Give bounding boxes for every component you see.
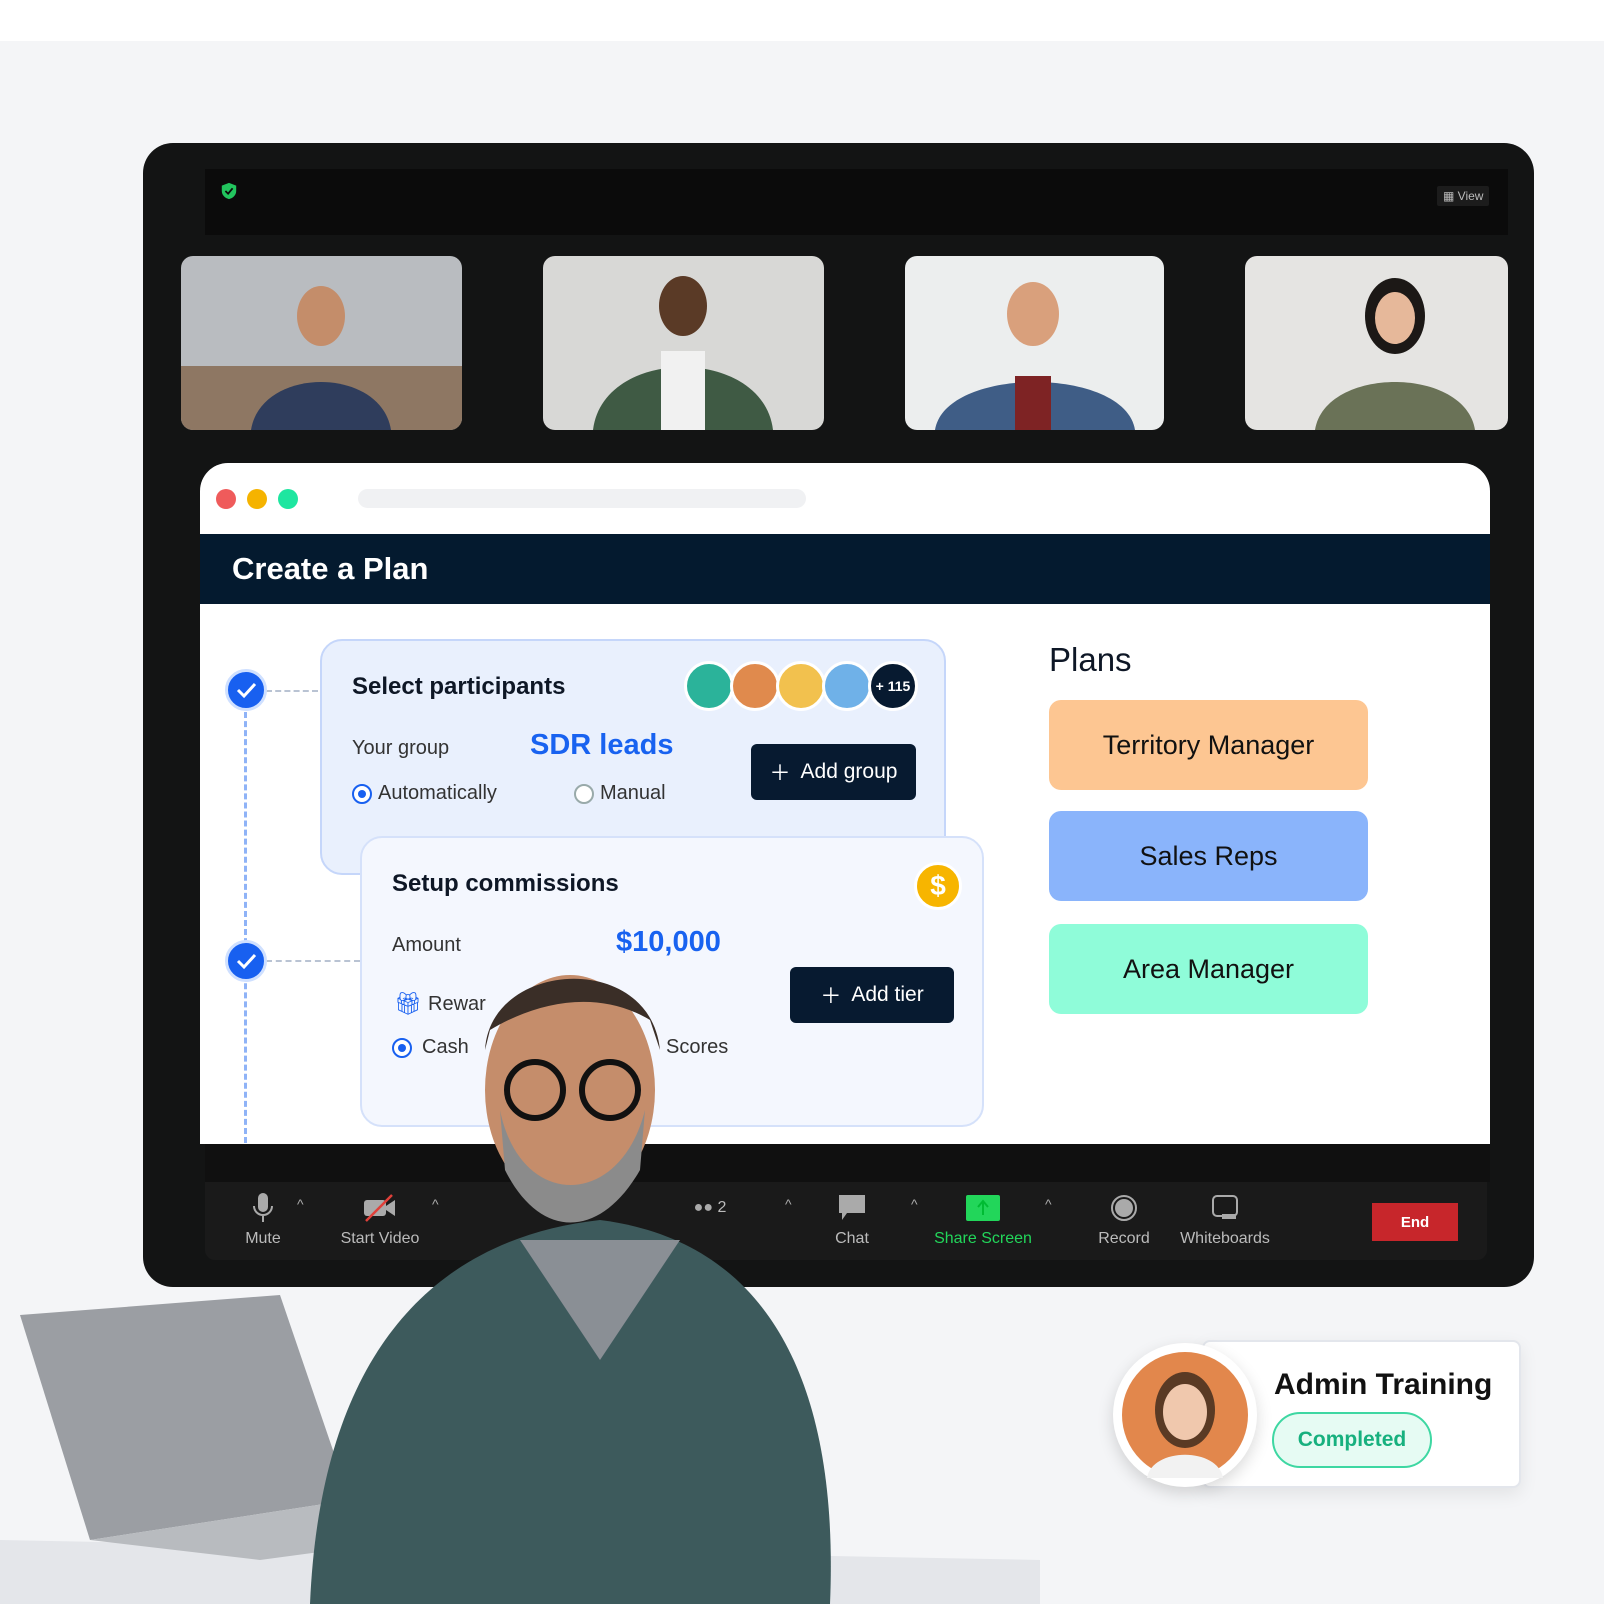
minimize-dot[interactable]: [247, 489, 267, 509]
more-participants-count[interactable]: + 115: [868, 661, 918, 711]
radio-label: Automatically: [378, 782, 497, 804]
card-title: Setup commissions: [392, 870, 619, 897]
participant-video-tile[interactable]: [543, 256, 824, 430]
avatar: [822, 661, 872, 711]
connector: [266, 690, 318, 692]
check-icon: [225, 669, 267, 711]
view-button[interactable]: ▦ View: [1437, 186, 1490, 206]
avatar: [730, 661, 780, 711]
participant-video-tile[interactable]: [181, 256, 462, 430]
participant-video-tile[interactable]: [1245, 256, 1508, 430]
grid-icon: ▦: [1443, 189, 1458, 203]
participant-video-tile[interactable]: [905, 256, 1164, 430]
meeting-top-bar: [205, 169, 1508, 235]
radio-manual[interactable]: [574, 784, 594, 804]
add-group-button[interactable]: ＋ Add group: [751, 744, 916, 800]
address-bar[interactable]: [358, 489, 806, 508]
plans-title: Plans: [1049, 641, 1132, 678]
radio-label: Manual: [600, 782, 666, 804]
radio-automatically[interactable]: [352, 784, 372, 804]
card-title: Select participants: [352, 673, 566, 700]
plan-sales-reps[interactable]: Sales Reps: [1049, 811, 1368, 901]
plus-icon: ＋: [769, 762, 791, 785]
whiteboard-icon: [1160, 1192, 1290, 1224]
training-title: Admin Training: [1274, 1368, 1493, 1401]
shield-check-icon: [221, 182, 237, 200]
group-label: Your group: [352, 737, 450, 759]
dollar-icon: $: [914, 862, 962, 910]
plan-area-manager[interactable]: Area Manager: [1049, 924, 1368, 1014]
end-button[interactable]: End: [1372, 1203, 1458, 1241]
page-title: Create a Plan: [200, 534, 1490, 604]
avatar: [684, 661, 734, 711]
avatar: [776, 661, 826, 711]
plan-territory-manager[interactable]: Territory Manager: [1049, 700, 1368, 790]
presenter-photo: [0, 975, 1040, 1604]
maximize-dot[interactable]: [278, 489, 298, 509]
group-value: SDR leads: [530, 729, 674, 761]
avatar: [1113, 1343, 1257, 1487]
close-dot[interactable]: [216, 489, 236, 509]
whiteboards-button[interactable]: Whiteboards: [1160, 1192, 1290, 1248]
status-badge: Completed: [1272, 1412, 1432, 1468]
chevron-up-icon[interactable]: ^: [1045, 1196, 1052, 1212]
top-band: [0, 0, 1604, 41]
